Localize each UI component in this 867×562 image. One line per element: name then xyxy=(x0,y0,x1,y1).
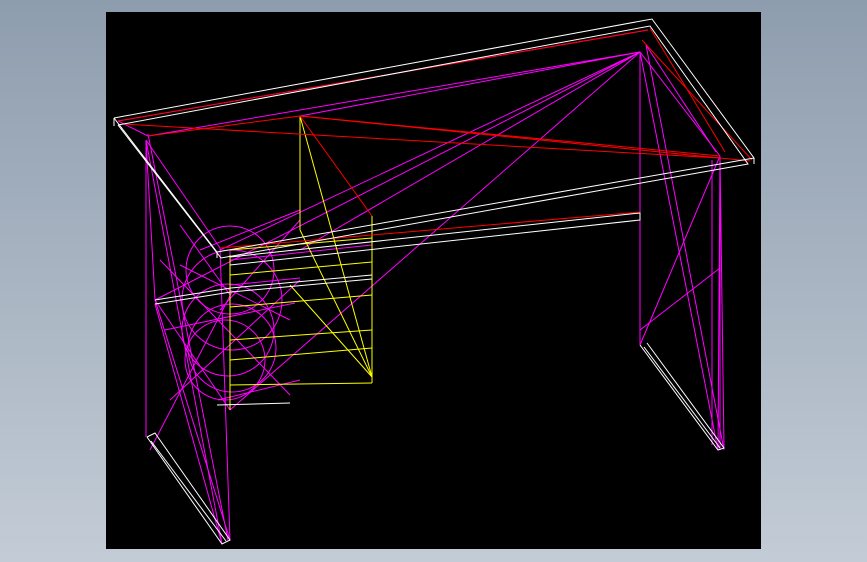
construction-line xyxy=(229,51,641,411)
drawer-line xyxy=(229,329,373,341)
outline-edge xyxy=(216,402,291,406)
drawer-line xyxy=(229,382,373,386)
cad-viewport[interactable] xyxy=(106,12,761,549)
construction-lines xyxy=(117,29,725,545)
construction-line xyxy=(719,155,725,449)
accent-line xyxy=(641,39,753,161)
accent-line xyxy=(649,27,726,153)
desk-wireframe-drawing xyxy=(113,18,755,545)
construction-line xyxy=(299,51,641,117)
outline-edge xyxy=(113,18,755,253)
construction-line xyxy=(229,277,301,286)
desk-outline-edges xyxy=(113,18,755,545)
drawer-line xyxy=(229,347,373,361)
accent-line xyxy=(299,115,373,217)
construction-line xyxy=(147,51,641,137)
drawer-line xyxy=(229,261,373,276)
drawer-construction-circles xyxy=(181,225,283,401)
construction-line xyxy=(639,51,719,451)
drawer-line xyxy=(299,229,373,378)
construction-line xyxy=(149,291,233,451)
construction-line xyxy=(219,247,231,541)
outline-edge xyxy=(643,346,721,449)
accent-line xyxy=(121,123,721,159)
accent-line xyxy=(299,115,751,162)
construction-line xyxy=(639,155,721,346)
construction-line xyxy=(199,209,301,251)
construction-line xyxy=(154,51,641,301)
construction-line xyxy=(639,267,721,331)
construction-line xyxy=(147,133,229,541)
construction-line xyxy=(145,139,221,249)
outline-edge xyxy=(154,274,373,301)
